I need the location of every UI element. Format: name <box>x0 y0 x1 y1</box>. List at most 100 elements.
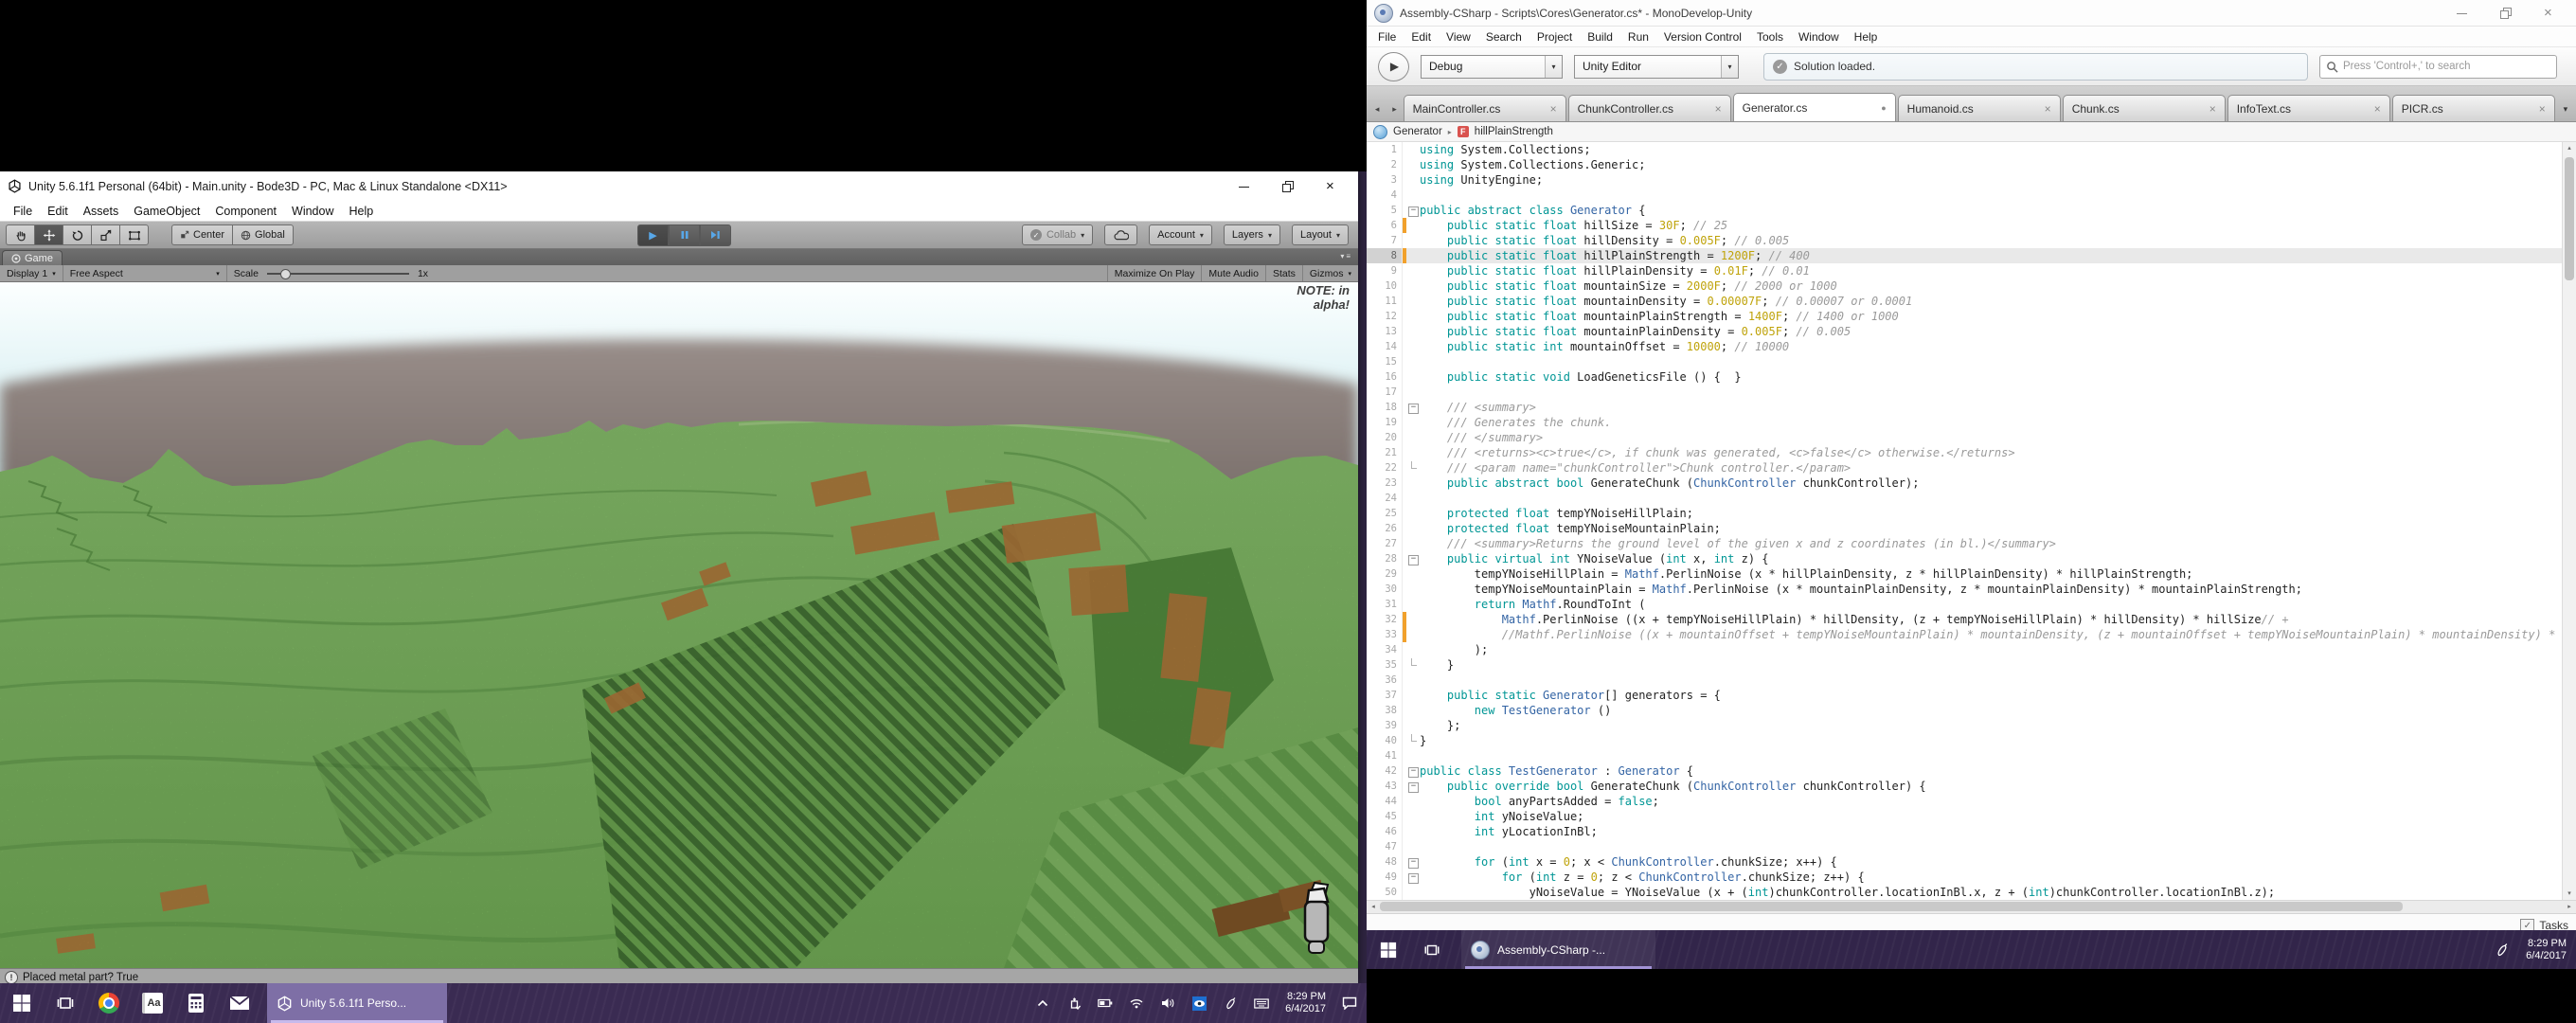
tray-chevron-icon[interactable] <box>1035 999 1050 1007</box>
menu-help[interactable]: Help <box>341 205 381 218</box>
code-line-39[interactable]: 39 }; <box>1367 718 2563 733</box>
dictionary-taskbar-icon[interactable]: Aa <box>131 983 174 1023</box>
scale-track[interactable] <box>267 273 409 275</box>
code-line-10[interactable]: 10 public static float mountainSize = 20… <box>1367 278 2563 294</box>
code-line-49[interactable]: 49− for (int z = 0; z < ChunkController.… <box>1367 870 2563 885</box>
minimize-button[interactable] <box>1239 181 1250 192</box>
code-line-43[interactable]: 43− public override bool GenerateChunk (… <box>1367 779 2563 794</box>
tab-infotext[interactable]: InfoText.cs× <box>2227 95 2390 121</box>
code-line-40[interactable]: 40} <box>1367 733 2563 748</box>
tab-chunk[interactable]: Chunk.cs× <box>2063 95 2226 121</box>
code-line-4[interactable]: 4 <box>1367 188 2563 203</box>
close-tab-icon[interactable]: × <box>1550 102 1557 116</box>
code-line-20[interactable]: 20 /// </summary> <box>1367 430 2563 445</box>
unity-titlebar[interactable]: Unity 5.6.1f1 Personal (64bit) - Main.un… <box>0 171 1358 201</box>
menu-help[interactable]: Help <box>1847 30 1886 44</box>
pivot-global-button[interactable]: Global <box>232 224 294 245</box>
tab-chunkcontroller[interactable]: ChunkController.cs× <box>1568 95 1731 121</box>
restore-button[interactable] <box>2500 8 2512 19</box>
menu-project[interactable]: Project <box>1530 30 1580 44</box>
chrome-taskbar-icon[interactable] <box>87 983 131 1023</box>
scroll-down-icon[interactable]: ▾ <box>2563 888 2576 900</box>
start-button[interactable] <box>0 983 44 1023</box>
code-line-12[interactable]: 12 public static float mountainPlainStre… <box>1367 309 2563 324</box>
code-line-23[interactable]: 23 public abstract bool GenerateChunk (C… <box>1367 476 2563 491</box>
configuration-dropdown[interactable]: Debug▾ <box>1421 55 1563 79</box>
maximize-on-play-toggle[interactable]: Maximize On Play <box>1107 265 1202 281</box>
menu-build[interactable]: Build <box>1580 30 1620 44</box>
breadcrumb-class[interactable]: Generator <box>1393 126 1442 137</box>
task-view-button[interactable] <box>44 983 87 1023</box>
fold-margin[interactable]: − <box>1406 870 1420 885</box>
move-tool-button[interactable] <box>34 224 63 245</box>
fold-margin[interactable]: − <box>1406 854 1420 870</box>
step-button[interactable] <box>700 224 731 246</box>
start-button[interactable] <box>1367 930 1410 969</box>
close-tab-icon[interactable]: × <box>2209 102 2216 116</box>
menu-search[interactable]: Search <box>1478 30 1530 44</box>
account-dropdown[interactable]: Account▾ <box>1149 224 1212 245</box>
menu-version-control[interactable]: Version Control <box>1656 30 1749 44</box>
scroll-right-icon[interactable]: ▸ <box>2563 901 2576 913</box>
code-line-6[interactable]: 6 public static float hillSize = 30F; //… <box>1367 218 2563 233</box>
rotate-tool-button[interactable] <box>63 224 91 245</box>
game-tab[interactable]: Game <box>2 250 63 265</box>
menu-run[interactable]: Run <box>1620 30 1656 44</box>
stats-toggle[interactable]: Stats <box>1265 265 1302 281</box>
menu-window[interactable]: Window <box>1791 30 1847 44</box>
layers-dropdown[interactable]: Layers▾ <box>1224 224 1280 245</box>
display-dropdown[interactable]: Display 1▾ <box>0 265 63 281</box>
code-line-8[interactable]: 8 public static float hillPlainStrength … <box>1367 248 2563 263</box>
unity-task-button[interactable]: Unity 5.6.1f1 Perso... <box>267 983 447 1023</box>
code-line-38[interactable]: 38 new TestGenerator () <box>1367 703 2563 718</box>
code-line-22[interactable]: 22 /// <param name="chunkController">Chu… <box>1367 460 2563 476</box>
code-line-14[interactable]: 14 public static int mountainOffset = 10… <box>1367 339 2563 354</box>
code-line-2[interactable]: 2using System.Collections.Generic; <box>1367 157 2563 172</box>
code-line-18[interactable]: 18− /// <summary> <box>1367 400 2563 415</box>
taskbar-clock[interactable]: 8:29 PM 6/4/2017 <box>2526 938 2567 962</box>
code-line-25[interactable]: 25 protected float tempYNoiseHillPlain; <box>1367 506 2563 521</box>
code-line-42[interactable]: 42−public class TestGenerator : Generato… <box>1367 763 2563 779</box>
calculator-taskbar-icon[interactable] <box>174 983 218 1023</box>
code-lines[interactable]: 1using System.Collections;2using System.… <box>1367 142 2563 900</box>
code-line-5[interactable]: 5−public abstract class Generator { <box>1367 203 2563 218</box>
gizmos-dropdown[interactable]: Gizmos▾ <box>1302 265 1358 281</box>
vertical-scroll-thumb[interactable] <box>2565 157 2574 280</box>
code-line-7[interactable]: 7 public static float hillDensity = 0.00… <box>1367 233 2563 248</box>
code-line-34[interactable]: 34 ); <box>1367 642 2563 657</box>
code-line-11[interactable]: 11 public static float mountainDensity =… <box>1367 294 2563 309</box>
task-view-button[interactable] <box>1410 930 1454 969</box>
game-viewport[interactable]: NOTE: in alpha! <box>0 282 1358 968</box>
tray-battery-icon[interactable] <box>1098 998 1113 1008</box>
menu-file[interactable]: File <box>1370 30 1404 44</box>
close-tab-icon[interactable]: × <box>1715 102 1722 116</box>
menu-edit[interactable]: Edit <box>40 205 76 218</box>
code-line-44[interactable]: 44 bool anyPartsAdded = false; <box>1367 794 2563 809</box>
tray-volume-icon[interactable] <box>1160 997 1175 1009</box>
menu-tools[interactable]: Tools <box>1749 30 1791 44</box>
code-line-48[interactable]: 48− for (int x = 0; x < ChunkController.… <box>1367 854 2563 870</box>
monodevelop-titlebar[interactable]: Assembly-CSharp - Scripts\Cores\Generato… <box>1367 0 2576 27</box>
code-line-19[interactable]: 19 /// Generates the chunk. <box>1367 415 2563 430</box>
rect-tool-button[interactable] <box>119 224 149 245</box>
code-line-21[interactable]: 21 /// <returns><c>true</c>, if chunk wa… <box>1367 445 2563 460</box>
close-button[interactable]: × <box>1326 181 1337 192</box>
fold-margin[interactable]: − <box>1406 779 1420 794</box>
play-button[interactable]: ▶ <box>637 224 669 246</box>
aspect-dropdown[interactable]: Free Aspect▾ <box>63 265 227 281</box>
code-line-9[interactable]: 9 public static float hillPlainDensity =… <box>1367 263 2563 278</box>
pivot-center-button[interactable]: Center <box>171 224 232 245</box>
code-line-15[interactable]: 15 <box>1367 354 2563 369</box>
code-line-47[interactable]: 47 <box>1367 839 2563 854</box>
fold-margin[interactable]: − <box>1406 203 1420 218</box>
scroll-left-icon[interactable]: ◂ <box>1367 901 1380 913</box>
close-button[interactable]: × <box>2544 8 2555 19</box>
close-tab-icon[interactable]: × <box>2539 102 2546 116</box>
code-line-37[interactable]: 37 public static Generator[] generators … <box>1367 688 2563 703</box>
fold-margin[interactable]: − <box>1406 551 1420 566</box>
menu-assets[interactable]: Assets <box>76 205 127 218</box>
tab-scroll-left-button[interactable]: ◂ <box>1368 97 1386 121</box>
fold-margin[interactable]: − <box>1406 763 1420 779</box>
code-line-1[interactable]: 1using System.Collections; <box>1367 142 2563 157</box>
search-input[interactable]: Press 'Control+,' to search <box>2319 55 2557 79</box>
